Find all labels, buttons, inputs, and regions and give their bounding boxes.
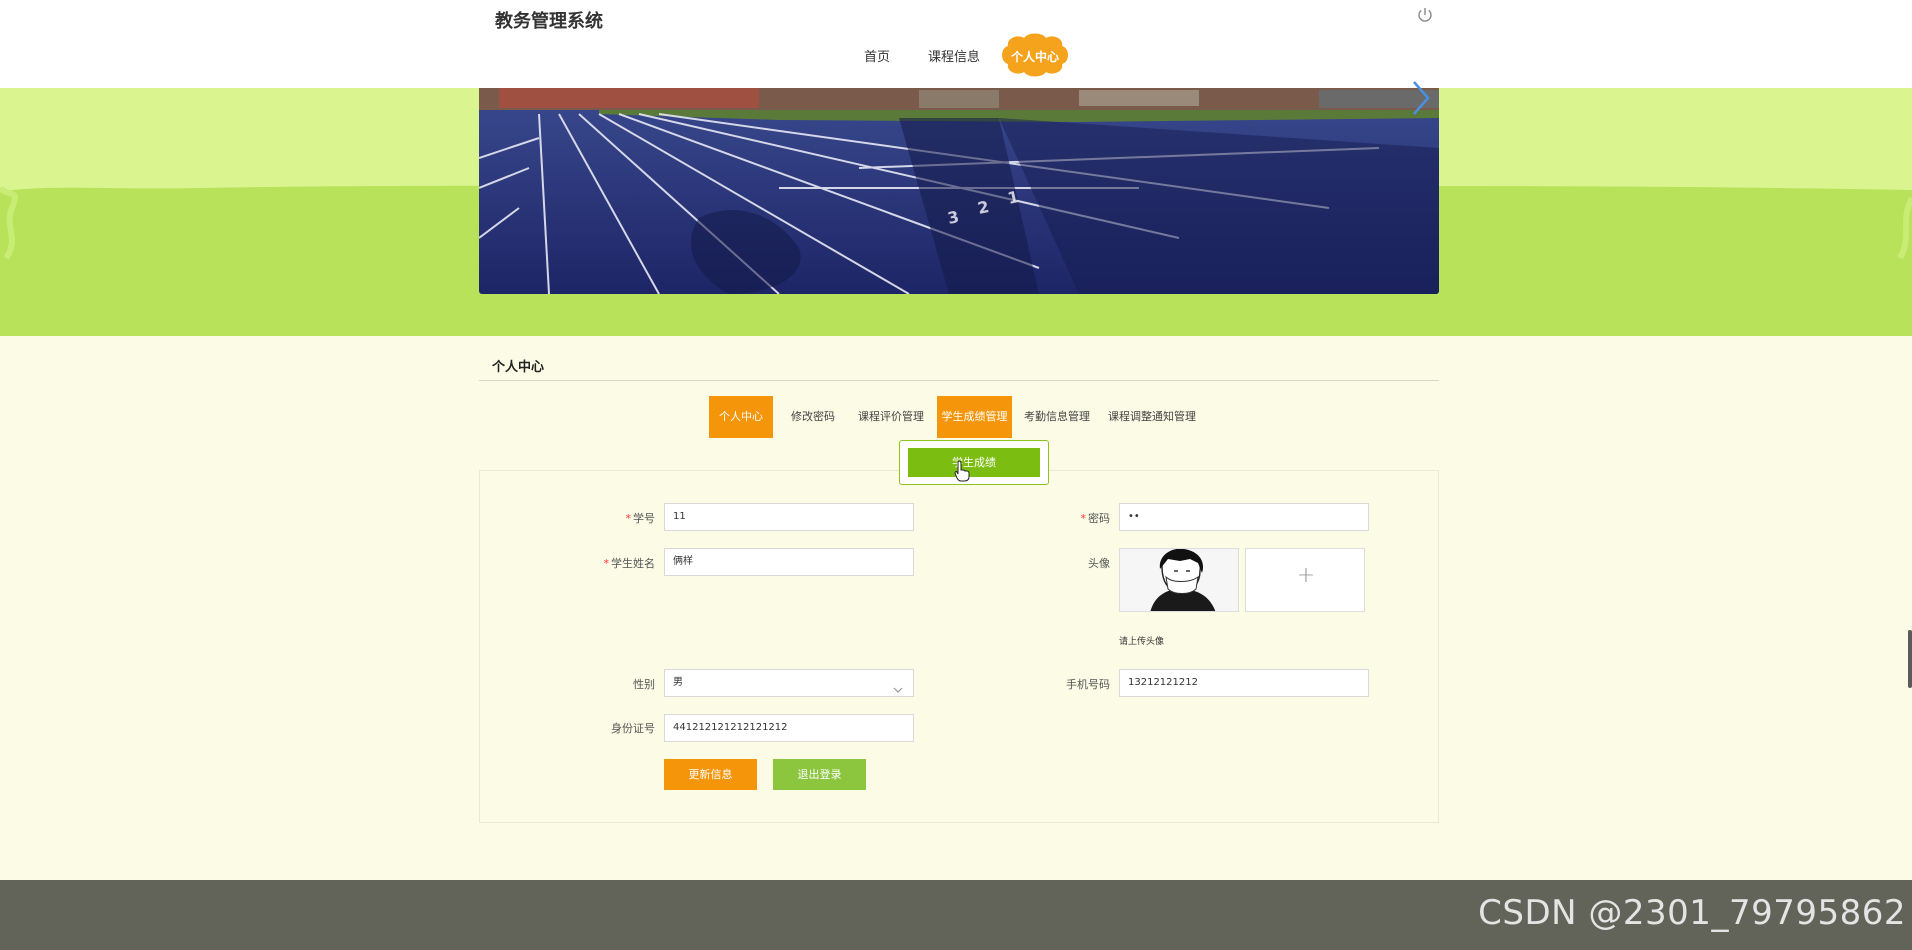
student-name-field[interactable]: 俩样 <box>664 548 914 576</box>
header: 教务管理系统 首页 课程信息 个人中心 <box>0 0 1912 88</box>
tab-course-adjustment[interactable]: 课程调整通知管理 <box>1104 396 1200 438</box>
tab-course-evaluation[interactable]: 课程评价管理 <box>854 396 928 438</box>
logout-button[interactable]: 退出登录 <box>773 759 866 790</box>
section-title: 个人中心 <box>492 360 545 375</box>
section-divider <box>479 380 1439 381</box>
tab-bar: 个人中心 修改密码 课程评价管理 学生成绩管理 考勤信息管理 课程调整通知管理 <box>0 396 1912 440</box>
nav-personal-center-label: 个人中心 <box>1010 50 1059 64</box>
phone-label: 手机号码 <box>1066 678 1110 691</box>
nav-course-info[interactable]: 课程信息 <box>928 46 980 65</box>
phone-field[interactable]: 13212121212 <box>1119 669 1369 697</box>
student-id-label: * 学号 <box>625 512 656 525</box>
upload-hint: 请上传头像 <box>1119 637 1165 647</box>
gender-select-value: 男 <box>673 677 683 688</box>
hand-pointer-icon <box>954 460 970 486</box>
dropdown-item-student-grades[interactable]: 学生成绩 <box>908 448 1040 477</box>
student-name-label: * 学生姓名 <box>603 557 656 570</box>
avatar <box>1119 548 1239 612</box>
nav-home[interactable]: 首页 <box>864 46 890 65</box>
password-field[interactable]: •• <box>1119 503 1369 531</box>
tab-personal-center[interactable]: 个人中心 <box>709 396 773 438</box>
avatar-label: 头像 <box>1088 557 1110 570</box>
nav-personal-center[interactable]: 个人中心 <box>998 32 1072 78</box>
site-title: 教务管理系统 <box>495 11 603 32</box>
watermark: CSDN @2301_79795862 <box>1478 893 1906 933</box>
avatar-upload-button[interactable]: + <box>1245 548 1365 612</box>
tab-attendance[interactable]: 考勤信息管理 <box>1020 396 1094 438</box>
plus-icon: + <box>1296 563 1316 588</box>
scrollbar-handle[interactable] <box>1908 630 1912 688</box>
power-icon[interactable] <box>1416 6 1434 24</box>
update-info-button[interactable]: 更新信息 <box>664 759 757 790</box>
chevron-right-icon[interactable] <box>1410 80 1434 116</box>
gender-label: 性别 <box>633 678 655 691</box>
main-nav: 首页 课程信息 个人中心 <box>0 32 1912 80</box>
tab-change-password[interactable]: 修改密码 <box>782 396 844 438</box>
student-id-field[interactable]: 11 <box>664 503 914 531</box>
banner-image: 3 2 1 <box>479 88 1439 294</box>
password-label: * 密码 <box>1080 512 1111 525</box>
tab-student-grades[interactable]: 学生成绩管理 <box>937 396 1012 438</box>
chevron-down-icon <box>893 679 903 705</box>
idcard-label: 身份证号 <box>611 722 655 735</box>
grades-dropdown: 学生成绩 <box>899 440 1049 485</box>
gender-select[interactable]: 男 <box>664 669 914 697</box>
idcard-field[interactable]: 441212121212121212 <box>664 714 914 742</box>
